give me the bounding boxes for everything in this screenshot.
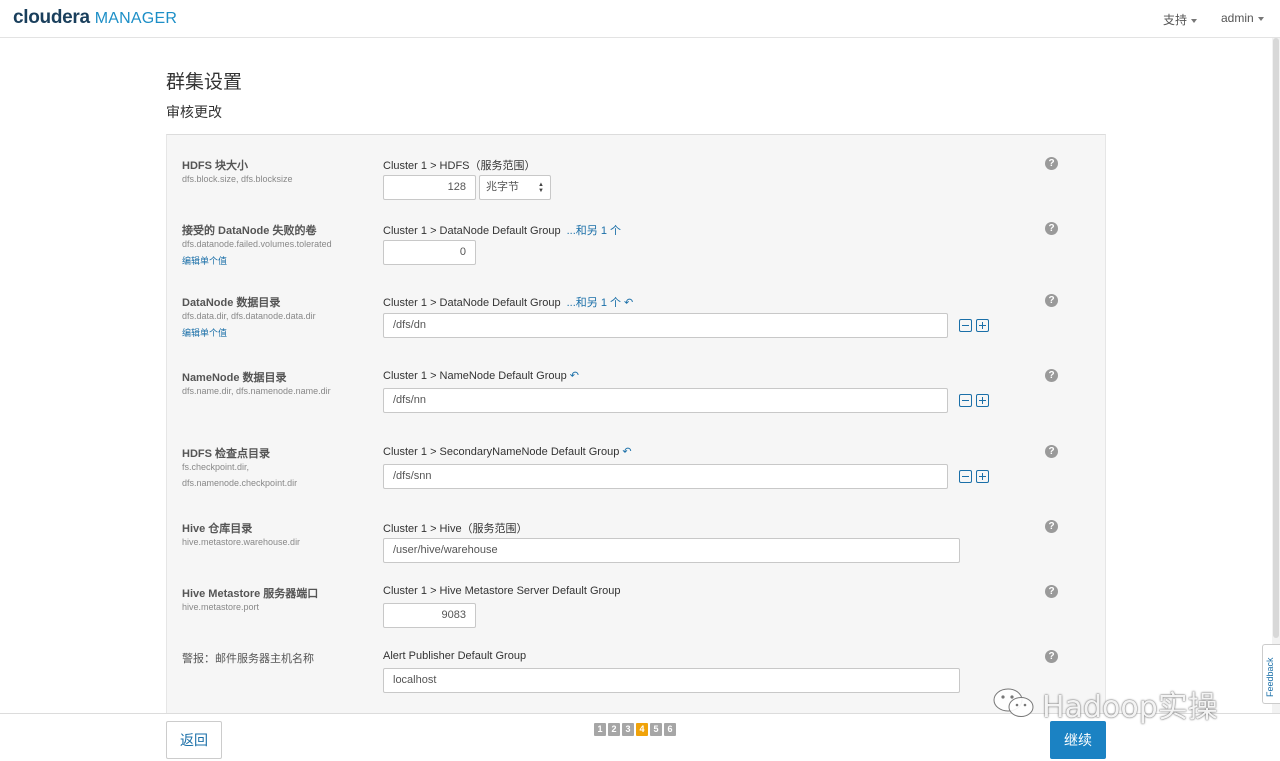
scope-text: Cluster 1 > NameNode Default Group bbox=[383, 370, 567, 382]
watermark-text: Hadoop实操 bbox=[1042, 690, 1218, 725]
help-icon[interactable]: ? bbox=[1045, 157, 1058, 170]
blocksize-input[interactable]: 128 bbox=[383, 175, 476, 200]
setting-key: hive.metastore.warehouse.dir bbox=[182, 537, 301, 547]
continue-button[interactable]: 继续 bbox=[1050, 721, 1106, 759]
select-arrows-icon: ▲ ▼ bbox=[538, 182, 544, 194]
remove-value-icon[interactable] bbox=[959, 470, 972, 483]
setting-label: 警报：邮件服务器主机名称 bbox=[182, 653, 314, 665]
failed-volumes-input[interactable]: 0 bbox=[383, 240, 476, 265]
setting-scope: Cluster 1 > DataNode Default Group ...和另 … bbox=[383, 294, 633, 310]
chevron-down-icon bbox=[1257, 16, 1264, 21]
help-icon[interactable]: ? bbox=[1045, 294, 1058, 307]
checkpoint-dir-input[interactable]: /dfs/snn bbox=[383, 464, 948, 489]
add-value-icon[interactable] bbox=[976, 319, 989, 332]
user-menu-label: admin bbox=[1221, 11, 1254, 25]
setting-key: dfs.datanode.failed.volumes.tolerated bbox=[182, 239, 332, 249]
help-icon[interactable]: ? bbox=[1045, 222, 1058, 235]
page-title: 群集设置 bbox=[166, 72, 243, 93]
scrollbar-thumb[interactable] bbox=[1273, 38, 1279, 638]
setting-key: hive.metastore.port bbox=[182, 602, 260, 612]
back-button[interactable]: 返回 bbox=[166, 721, 222, 759]
setting-scope: Cluster 1 > Hive（服务范围） bbox=[383, 523, 528, 535]
namenode-dir-input[interactable]: /dfs/nn bbox=[383, 388, 948, 413]
setting-key: dfs.block.size, dfs.blocksize bbox=[182, 174, 293, 184]
setting-scope: Cluster 1 > Hive Metastore Server Defaul… bbox=[383, 585, 621, 597]
logo-brand: cloudera bbox=[13, 7, 90, 28]
scope-more-link[interactable]: ...和另 1 个 bbox=[567, 225, 621, 237]
datanode-dir-input[interactable]: /dfs/dn bbox=[383, 313, 948, 338]
scope-text: Cluster 1 > DataNode Default Group bbox=[383, 225, 561, 237]
wizard-step: 1 bbox=[594, 723, 606, 736]
add-value-icon[interactable] bbox=[976, 394, 989, 407]
setting-key: dfs.namenode.checkpoint.dir bbox=[182, 478, 298, 488]
page-scrollbar[interactable] bbox=[1272, 38, 1280, 714]
section-subtitle: 审核更改 bbox=[166, 104, 222, 120]
help-icon[interactable]: ? bbox=[1045, 650, 1058, 663]
support-menu[interactable]: 支持 bbox=[1163, 11, 1198, 28]
settings-panel: HDFS 块大小 dfs.block.size, dfs.blocksize C… bbox=[166, 134, 1106, 714]
scope-more-link[interactable]: ...和另 1 个 bbox=[567, 297, 621, 309]
add-value-icon[interactable] bbox=[976, 470, 989, 483]
setting-scope: Alert Publisher Default Group bbox=[383, 650, 527, 662]
chevron-down-icon bbox=[1191, 18, 1198, 23]
logo-product: MANAGER bbox=[94, 10, 178, 27]
wizard-step: 5 bbox=[650, 723, 662, 736]
setting-key: dfs.name.dir, dfs.namenode.name.dir bbox=[182, 386, 331, 396]
help-icon[interactable]: ? bbox=[1045, 445, 1058, 458]
undo-icon[interactable]: ↶ bbox=[624, 297, 633, 309]
setting-scope: Cluster 1 > DataNode Default Group ...和另 … bbox=[383, 222, 621, 238]
metastore-port-input[interactable]: 9083 bbox=[383, 603, 476, 628]
feedback-tab[interactable]: Feedback bbox=[1262, 644, 1280, 704]
help-icon[interactable]: ? bbox=[1045, 585, 1058, 598]
unit-select-value: 兆字节 bbox=[486, 181, 519, 193]
top-navbar: cloudera MANAGER 支持 admin bbox=[0, 0, 1280, 38]
remove-value-icon[interactable] bbox=[959, 394, 972, 407]
help-icon[interactable]: ? bbox=[1045, 520, 1058, 533]
scope-text: Cluster 1 > DataNode Default Group bbox=[383, 297, 561, 309]
blocksize-unit-select[interactable]: 兆字节 ▲ ▼ bbox=[479, 175, 551, 200]
wizard-step: 3 bbox=[622, 723, 634, 736]
scope-text: Cluster 1 > SecondaryNameNode Default Gr… bbox=[383, 446, 620, 458]
wechat-logo-icon bbox=[993, 688, 1034, 717]
feedback-label: Feedback bbox=[1265, 657, 1275, 697]
wizard-step-active: 4 bbox=[636, 723, 648, 736]
user-menu[interactable]: admin bbox=[1221, 11, 1264, 25]
wizard-step-indicator: 1 2 3 4 5 6 bbox=[594, 723, 676, 736]
setting-key: dfs.data.dir, dfs.datanode.data.dir bbox=[182, 311, 316, 321]
wizard-step: 6 bbox=[664, 723, 676, 736]
setting-scope: Cluster 1 > NameNode Default Group ↶ bbox=[383, 369, 579, 382]
hive-warehouse-input[interactable]: /user/hive/warehouse bbox=[383, 538, 960, 563]
setting-scope: Cluster 1 > HDFS（服务范围） bbox=[383, 160, 536, 172]
undo-icon[interactable]: ↶ bbox=[622, 446, 631, 458]
remove-value-icon[interactable] bbox=[959, 319, 972, 332]
edit-individual-values-link[interactable]: 编辑单个值 bbox=[182, 254, 227, 267]
wizard-step: 2 bbox=[608, 723, 620, 736]
undo-icon[interactable]: ↶ bbox=[570, 370, 579, 382]
edit-individual-values-link[interactable]: 编辑单个值 bbox=[182, 326, 227, 339]
help-icon[interactable]: ? bbox=[1045, 369, 1058, 382]
mail-host-input[interactable]: localhost bbox=[383, 668, 960, 693]
setting-scope: Cluster 1 > SecondaryNameNode Default Gr… bbox=[383, 445, 632, 458]
setting-key: fs.checkpoint.dir, bbox=[182, 462, 250, 472]
cloudera-manager-logo[interactable]: cloudera MANAGER bbox=[13, 7, 177, 29]
support-menu-label: 支持 bbox=[1163, 13, 1188, 27]
